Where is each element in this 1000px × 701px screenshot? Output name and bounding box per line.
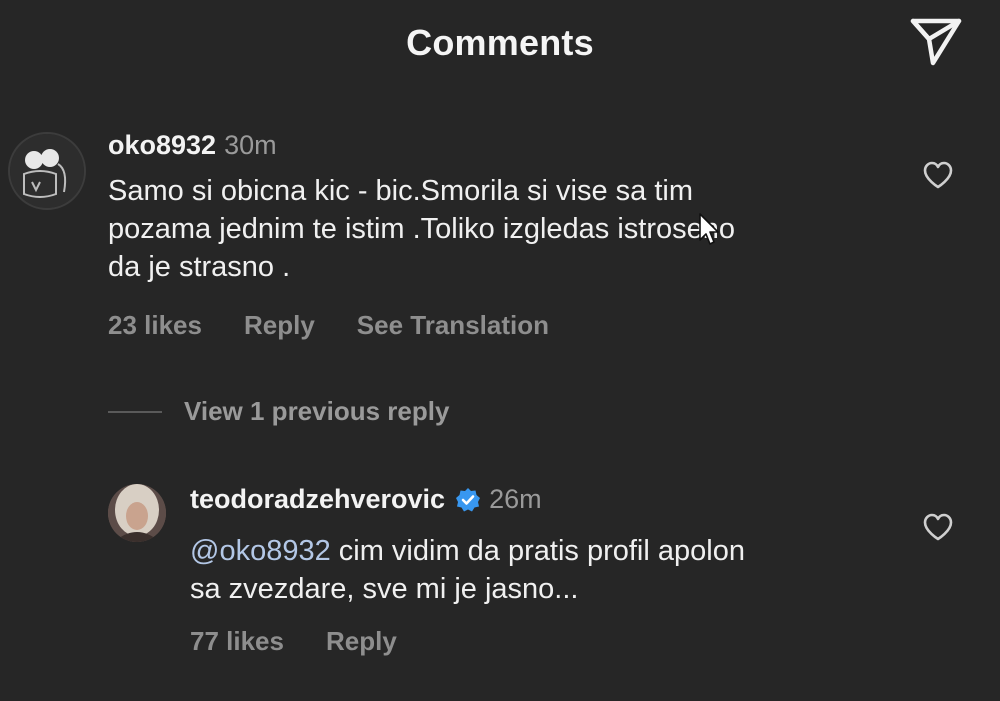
like-heart-icon[interactable] bbox=[922, 512, 954, 542]
like-heart-icon[interactable] bbox=[922, 160, 954, 190]
view-previous-replies[interactable]: View 1 previous reply bbox=[108, 396, 449, 427]
reply-header: teodoradzehverovic 26m bbox=[190, 484, 542, 515]
like-count[interactable]: 23 likes bbox=[108, 310, 202, 341]
send-button[interactable] bbox=[904, 14, 968, 70]
view-replies-label: View 1 previous reply bbox=[184, 396, 450, 426]
avatar[interactable] bbox=[8, 132, 86, 210]
like-count[interactable]: 77 likes bbox=[190, 626, 284, 657]
comment-username[interactable]: oko8932 bbox=[108, 130, 216, 161]
avatar[interactable] bbox=[108, 484, 166, 542]
comments-screen: Comments oko8932 30m Samo si obicna kic … bbox=[0, 0, 1000, 701]
mouse-cursor-icon bbox=[699, 213, 719, 245]
avatar-image bbox=[10, 134, 84, 208]
reply-text: @oko8932 cim vidim da pratis profil apol… bbox=[190, 532, 910, 608]
mention-link[interactable]: @oko8932 bbox=[190, 535, 331, 567]
page-title: Comments bbox=[406, 22, 594, 63]
reply-username[interactable]: teodoradzehverovic bbox=[190, 484, 445, 515]
send-icon bbox=[910, 18, 962, 66]
reply-button[interactable]: Reply bbox=[244, 310, 315, 341]
comment-time: 30m bbox=[224, 130, 277, 160]
reply-button[interactable]: Reply bbox=[326, 626, 397, 657]
reply-time: 26m bbox=[489, 484, 542, 514]
avatar-image bbox=[108, 484, 166, 542]
comment-header: oko8932 30m bbox=[108, 130, 277, 161]
comment-text: Samo si obicna kic - bic.Smorila si vise… bbox=[108, 175, 735, 283]
reply-actions: 77 likes Reply bbox=[190, 626, 439, 657]
verified-badge-icon bbox=[456, 487, 481, 511]
divider bbox=[108, 410, 162, 413]
see-translation-button[interactable]: See Translation bbox=[357, 310, 549, 341]
comment-actions: 23 likes Reply See Translation bbox=[108, 310, 591, 341]
